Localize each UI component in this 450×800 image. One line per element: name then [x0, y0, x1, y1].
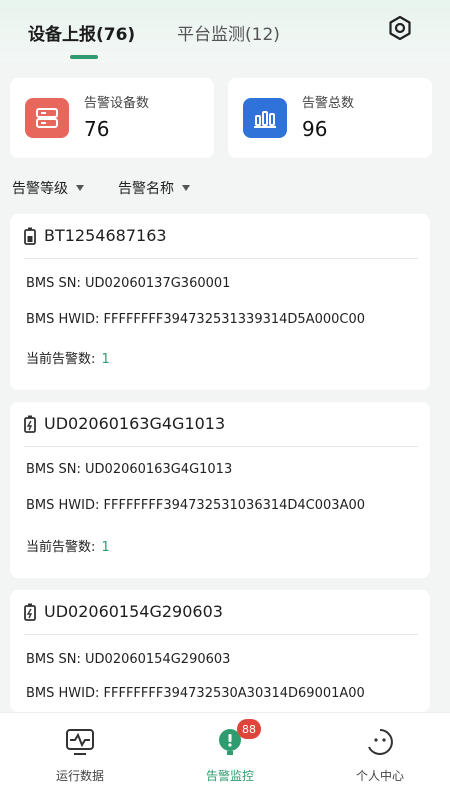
- device-name: BT1254687163: [44, 226, 167, 245]
- bms-sn-value: UD02060137G360001: [85, 276, 231, 291]
- bms-sn-value: UD02060163G4G1013: [85, 462, 233, 477]
- alarm-device-count-value: 76: [84, 117, 110, 141]
- alarm-level-filter[interactable]: 告警等级: [12, 178, 84, 198]
- device-title: UD02060163G4G1013: [24, 414, 225, 433]
- battery-charging-icon: [24, 603, 36, 621]
- device-name: UD02060163G4G1013: [44, 414, 226, 433]
- bms-sn-row: BMS SN: UD02060137G360001: [26, 276, 230, 291]
- active-tab-indicator: [70, 55, 98, 59]
- divider: [24, 258, 418, 259]
- bms-hwid-label: BMS HWID:: [26, 498, 100, 513]
- caret-down-icon: [182, 185, 190, 191]
- bar-chart-icon: [243, 98, 287, 138]
- nav-item-profile[interactable]: 个人中心: [335, 725, 425, 784]
- current-alarms-label: 当前告警数:: [26, 540, 96, 555]
- alarm-level-filter-label: 告警等级: [12, 181, 68, 197]
- device-name: UD02060154G290603: [44, 602, 223, 621]
- nav-item-run-data[interactable]: 运行数据: [35, 725, 125, 784]
- bms-hwid-row: BMS HWID: FFFFFFFF394732531339314D5A000C…: [26, 312, 365, 327]
- gear-icon: [389, 15, 411, 41]
- bms-hwid-value: FFFFFFFF394732530A30314D69001A00: [103, 686, 365, 701]
- bms-sn-row: BMS SN: UD02060163G4G1013: [26, 462, 232, 477]
- bms-hwid-row: BMS HWID: FFFFFFFF394732531036314D4C003A…: [26, 498, 365, 513]
- server-icon: [25, 98, 69, 138]
- pulse-monitor-icon: [66, 729, 94, 755]
- tab-device-report[interactable]: 设备上报(76): [28, 20, 135, 45]
- bms-sn-value: UD02060154G290603: [85, 652, 231, 667]
- alarm-total-card: 告警总数 96: [228, 78, 432, 158]
- bms-sn-row: BMS SN: UD02060154G290603: [26, 652, 230, 667]
- nav-label-alarm-monitor: 告警监控: [205, 769, 254, 783]
- device-card[interactable]: BT1254687163 BMS SN: UD02060137G360001 B…: [10, 214, 430, 390]
- caret-down-icon: [76, 185, 84, 191]
- alarm-name-filter[interactable]: 告警名称: [118, 178, 190, 198]
- top-header: 设备上报(76) 平台监测(12): [0, 0, 450, 62]
- bms-sn-label: BMS SN:: [26, 652, 81, 667]
- alarm-badge: 88: [237, 719, 261, 739]
- divider: [24, 446, 418, 447]
- person-face-icon: [368, 729, 393, 755]
- bms-hwid-value: FFFFFFFF394732531036314D4C003A00: [103, 498, 366, 513]
- current-alarms-value: 1: [101, 352, 110, 367]
- bms-hwid-value: FFFFFFFF394732531339314D5A000C00: [103, 312, 366, 327]
- divider: [24, 634, 418, 635]
- device-title: BT1254687163: [24, 226, 167, 245]
- nav-label-run-data: 运行数据: [55, 769, 104, 783]
- alarm-total-label: 告警总数: [302, 96, 355, 111]
- bms-sn-label: BMS SN:: [26, 276, 81, 291]
- device-card[interactable]: UD02060154G290603 BMS SN: UD02060154G290…: [10, 590, 430, 712]
- alarm-name-filter-label: 告警名称: [118, 181, 174, 197]
- device-card[interactable]: UD02060163G4G1013 BMS SN: UD02060163G4G1…: [10, 402, 430, 578]
- current-alarms-label: 当前告警数:: [26, 352, 96, 367]
- alarm-total-value: 96: [302, 117, 328, 141]
- current-alarms-row: 当前告警数: 1: [26, 348, 110, 367]
- battery-charging-icon: [24, 415, 36, 433]
- current-alarms-value: 1: [101, 540, 110, 555]
- nav-item-alarm-monitor[interactable]: 88 告警监控: [185, 719, 275, 784]
- alarm-device-count-label: 告警设备数: [84, 96, 150, 111]
- settings-button[interactable]: [386, 14, 414, 42]
- current-alarms-row: 当前告警数: 1: [26, 536, 110, 555]
- nav-label-profile: 个人中心: [355, 769, 404, 783]
- tab-platform-monitor[interactable]: 平台监测(12): [177, 20, 280, 45]
- bms-sn-label: BMS SN:: [26, 462, 81, 477]
- alarm-device-count-card: 告警设备数 76: [10, 78, 214, 158]
- device-title: UD02060154G290603: [24, 602, 223, 621]
- bottom-nav: 运行数据 88 告警监控 个人中心: [0, 712, 450, 800]
- bms-hwid-row: BMS HWID: FFFFFFFF394732530A30314D69001A…: [26, 686, 365, 701]
- bms-hwid-label: BMS HWID:: [26, 312, 100, 327]
- battery-icon: [24, 227, 36, 245]
- bms-hwid-label: BMS HWID:: [26, 686, 100, 701]
